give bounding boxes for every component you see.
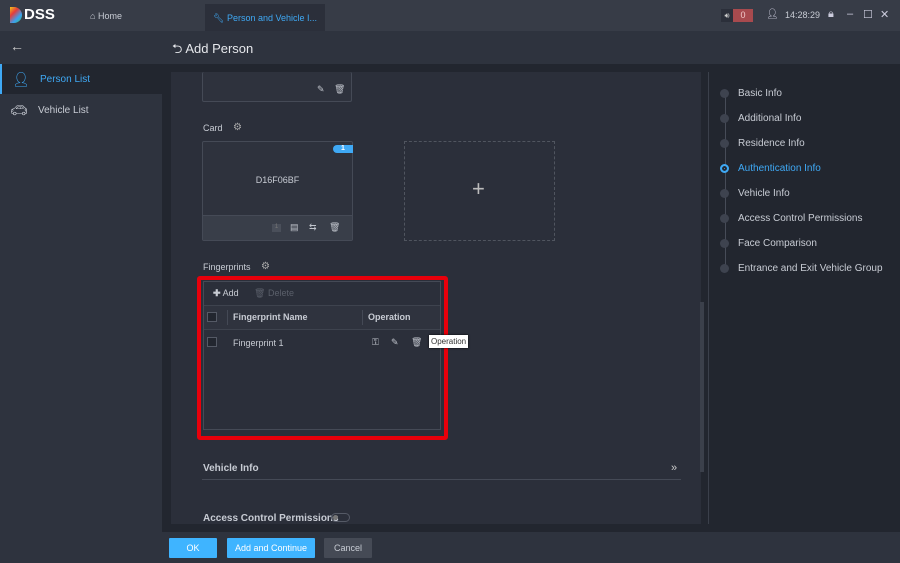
nav-label: Access Control Permissions (738, 213, 863, 224)
card-delete-icon[interactable]: 🗑︎ (329, 222, 340, 233)
speaker-icon: 🔊︎ (721, 9, 733, 22)
expand-chevron-icon[interactable]: » (671, 462, 677, 474)
header (162, 31, 900, 64)
home-icon: ⌂ (90, 11, 96, 21)
tab-home-label: Home (97, 11, 122, 21)
card-badge: 1 (333, 145, 353, 153)
edit-icon[interactable]: ✎ (317, 84, 325, 95)
nav-authentication-info[interactable]: Authentication Info (720, 163, 821, 174)
tooltip: Operation (429, 335, 469, 348)
nav-vehicle-info[interactable]: Vehicle Info (720, 188, 790, 199)
access-control-label: Access Control Permissions (203, 513, 339, 524)
card-slot-number: 1 (272, 224, 281, 232)
user-icon[interactable]: 👤︎ (766, 9, 779, 20)
cancel-button[interactable]: Cancel (324, 538, 372, 558)
fingerprints-label: Fingerprints (203, 262, 251, 272)
nav-entrance-exit-group[interactable]: Entrance and Exit Vehicle Group (720, 263, 883, 274)
minimize-icon[interactable]: – (847, 8, 853, 20)
sidebar-item-label: Person List (40, 73, 91, 85)
nav-label: Basic Info (738, 88, 782, 99)
plus-icon: + (472, 176, 485, 201)
tab-home[interactable]: ⌂ Home (90, 11, 122, 21)
logo-text: DSS (24, 6, 55, 23)
app-logo: DSS (10, 6, 55, 23)
face-card (202, 72, 352, 102)
tab-label: Person and Vehicle I... (226, 13, 318, 23)
close-icon[interactable]: ✕ (880, 8, 889, 21)
person-list-icon: 👤︎ (12, 70, 30, 87)
lock-icon[interactable]: 🔒︎ (828, 8, 834, 21)
fingerprint-settings-gear-icon[interactable]: ⚙ (261, 261, 270, 272)
add-card-button[interactable]: + (404, 141, 555, 241)
add-and-continue-button[interactable]: Add and Continue (227, 538, 315, 558)
nav-label: Additional Info (738, 113, 802, 124)
divider (202, 479, 681, 480)
card-duress-icon[interactable]: ▤ (290, 222, 299, 233)
nav-label: Vehicle Info (738, 188, 790, 199)
nav-access-control[interactable]: Access Control Permissions (720, 213, 862, 224)
nav-label: Entrance and Exit Vehicle Group (738, 263, 883, 274)
nav-label: Residence Info (738, 138, 805, 149)
highlight-box (197, 276, 448, 440)
nav-residence-info[interactable]: Residence Info (720, 138, 805, 149)
nav-face-comparison[interactable]: Face Comparison (720, 238, 817, 249)
alarm-button[interactable]: 🔊︎ 0 (721, 9, 753, 22)
access-control-toggle[interactable] (331, 513, 350, 522)
sidebar-item-vehicle-list[interactable]: 🚗︎ Vehicle List (0, 95, 162, 125)
dss-logo-icon (10, 6, 22, 23)
vehicle-info-heading: Vehicle Info (203, 463, 259, 474)
vehicle-list-icon: 🚗︎ (10, 101, 28, 118)
sidebar-item-person-list[interactable]: 👤︎ Person List (0, 64, 162, 94)
page-title[interactable]: ⮌ Add Person (172, 40, 253, 62)
page-title-text: Add Person (185, 41, 254, 56)
top-bar (0, 0, 900, 31)
nav-basic-info[interactable]: Basic Info (720, 88, 782, 99)
nav-additional-info[interactable]: Additional Info (720, 113, 801, 124)
card-swap-icon[interactable]: ⇆ (309, 222, 317, 233)
ok-button[interactable]: OK (169, 538, 217, 558)
wrench-icon: 🔧︎ (213, 13, 225, 23)
delete-icon[interactable]: 🗑︎ (334, 84, 345, 95)
back-arrow-icon[interactable]: ← (10, 38, 24, 54)
maximize-icon[interactable]: ☐ (863, 8, 873, 21)
card-label: Card (203, 123, 223, 133)
tab-person-vehicle[interactable]: 🔧︎ Person and Vehicle I... (205, 4, 325, 31)
sidebar-item-label: Vehicle List (38, 104, 89, 116)
alarm-count: 0 (733, 9, 753, 22)
nav-label: Face Comparison (738, 238, 817, 249)
nav-label: Authentication Info (738, 163, 821, 174)
card-settings-gear-icon[interactable]: ⚙ (233, 122, 242, 133)
undo-back-icon[interactable]: ⮌ (172, 41, 182, 56)
clock: 14:28:29 (785, 10, 821, 20)
scrollbar[interactable] (700, 302, 704, 472)
card-number: D16F06BF (255, 175, 300, 185)
